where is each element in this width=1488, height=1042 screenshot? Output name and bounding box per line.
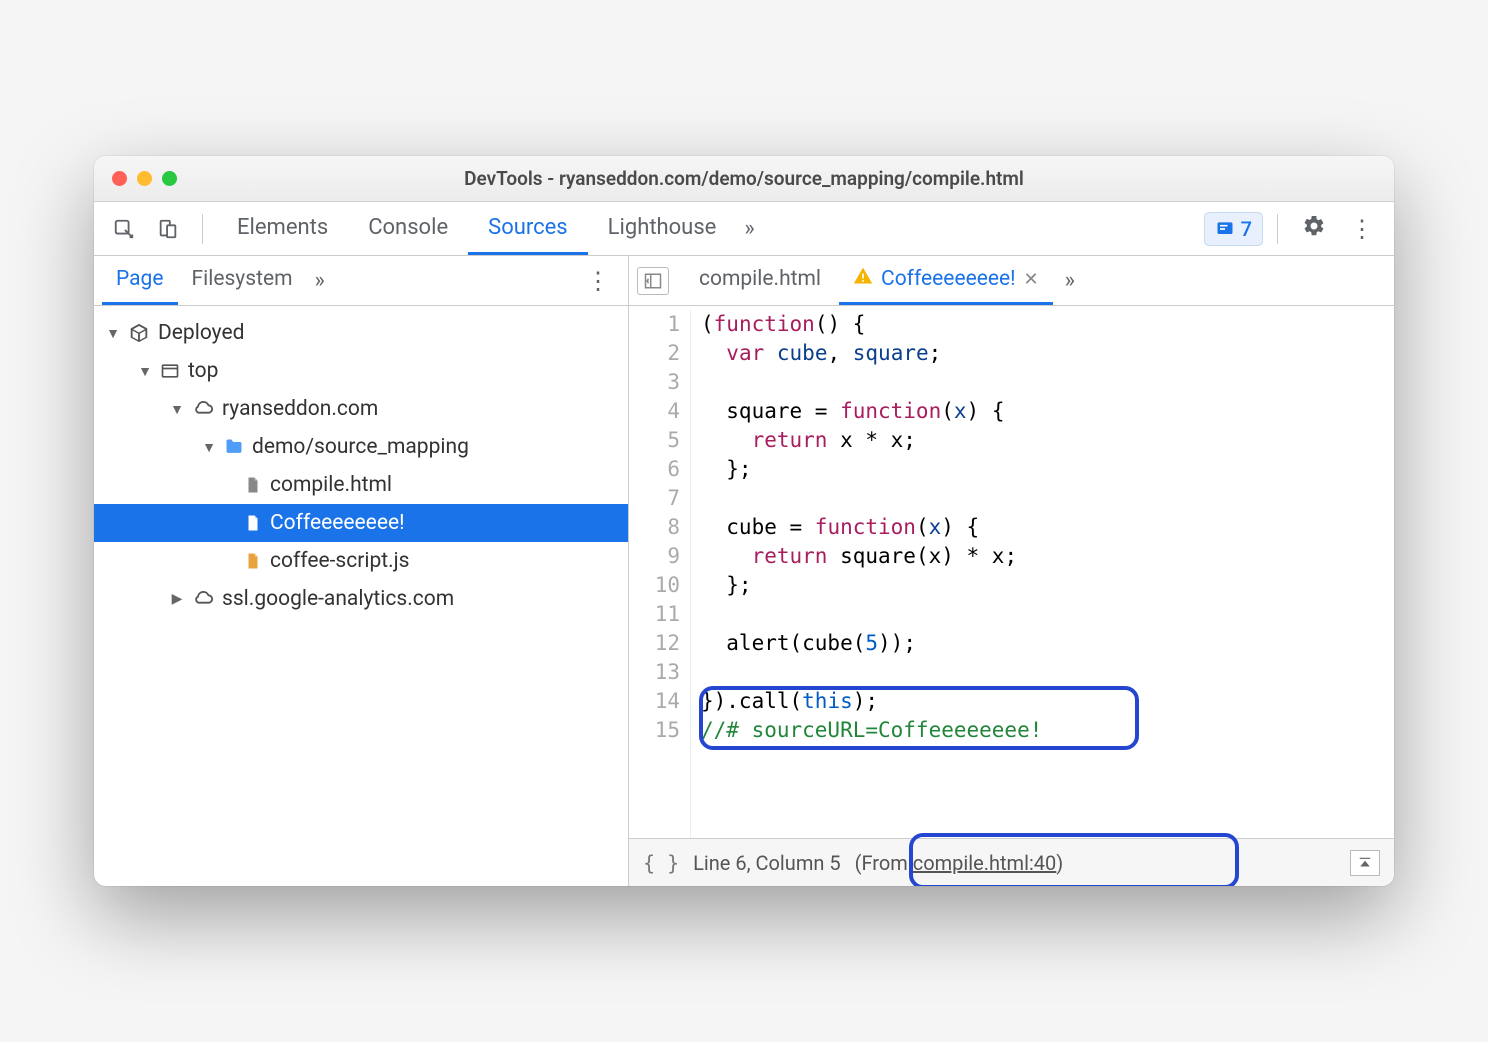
panel-left-icon: [643, 272, 663, 290]
editor-pane: compile.html Coffeeeeeeee! ✕ » 123456789…: [629, 256, 1394, 886]
file-icon: [244, 475, 262, 495]
tree-file-coffeescript[interactable]: coffee-script.js: [94, 542, 628, 580]
separator: [1277, 214, 1278, 244]
warning-icon: [853, 266, 873, 292]
titlebar: DevTools - ryanseddon.com/demo/source_ma…: [94, 156, 1394, 202]
code-content: (function() { var cube, square; square =…: [691, 310, 1042, 838]
toggle-debugger-button[interactable]: [1350, 850, 1380, 876]
tree-node-folder[interactable]: ▼ demo/source_mapping: [94, 428, 628, 466]
tab-lighthouse[interactable]: Lighthouse: [588, 202, 737, 255]
navigator-pane: Page Filesystem » ⋮ ▼ Deployed ▼ top: [94, 256, 629, 886]
tree-label: demo/source_mapping: [252, 435, 469, 459]
main-toolbar: Elements Console Sources Lighthouse » 7 …: [94, 202, 1394, 256]
cube-icon: [128, 322, 150, 344]
main-tabs: Elements Console Sources Lighthouse »: [217, 202, 763, 255]
toggle-navigator-button[interactable]: [637, 267, 669, 295]
sources-panel: Page Filesystem » ⋮ ▼ Deployed ▼ top: [94, 256, 1394, 886]
cursor-position: Line 6, Column 5: [693, 851, 840, 875]
file-icon: [244, 513, 262, 533]
editor-tab-compile[interactable]: compile.html: [685, 256, 835, 305]
file-js-icon: [244, 551, 262, 571]
editor-tab-label: compile.html: [699, 267, 821, 291]
window-title: DevTools - ryanseddon.com/demo/source_ma…: [94, 167, 1394, 190]
code-editor[interactable]: 123456789101112131415 (function() { var …: [629, 306, 1394, 838]
editor-tabs: compile.html Coffeeeeeeee! ✕ »: [629, 256, 1394, 306]
disclosure-triangle-icon: ▶: [170, 591, 184, 607]
frame-icon: [160, 361, 180, 381]
tree-label: ssl.google-analytics.com: [222, 587, 454, 611]
issues-icon: [1215, 219, 1235, 239]
editor-tabs-overflow[interactable]: »: [1057, 268, 1083, 293]
more-menu-button[interactable]: ⋮: [1340, 215, 1384, 243]
tree-file-compile[interactable]: compile.html: [94, 466, 628, 504]
tree-label: ryanseddon.com: [222, 397, 378, 421]
editor-tab-label: Coffeeeeeeee!: [881, 267, 1016, 291]
tree-label: top: [188, 359, 218, 383]
separator: [202, 214, 203, 244]
settings-button[interactable]: [1292, 214, 1336, 244]
issues-badge[interactable]: 7: [1204, 212, 1263, 246]
tree-label: coffee-script.js: [270, 549, 410, 573]
cloud-icon: [192, 398, 214, 420]
issues-count: 7: [1241, 217, 1252, 241]
disclosure-triangle-icon: ▼: [138, 363, 152, 380]
navigator-tab-filesystem[interactable]: Filesystem: [178, 256, 307, 305]
source-origin-link[interactable]: compile.html:40: [913, 851, 1057, 875]
folder-icon: [224, 437, 244, 457]
tree-node-top[interactable]: ▼ top: [94, 352, 628, 390]
navigator-tab-page[interactable]: Page: [102, 256, 178, 305]
close-tab-button[interactable]: ✕: [1024, 269, 1039, 290]
editor-tab-coffee[interactable]: Coffeeeeeeee! ✕: [839, 256, 1053, 305]
inspect-element-button[interactable]: [104, 209, 144, 249]
tab-sources[interactable]: Sources: [468, 202, 588, 255]
disclosure-triangle-icon: ▼: [202, 439, 216, 456]
tree-label: compile.html: [270, 473, 392, 497]
gear-icon: [1302, 214, 1326, 238]
tab-elements[interactable]: Elements: [217, 202, 348, 255]
tree-node-analytics[interactable]: ▶ ssl.google-analytics.com: [94, 580, 628, 618]
device-toolbar-button[interactable]: [148, 209, 188, 249]
tree-node-domain[interactable]: ▼ ryanseddon.com: [94, 390, 628, 428]
tab-console[interactable]: Console: [348, 202, 468, 255]
disclosure-triangle-icon: ▼: [170, 401, 184, 418]
panel-collapse-icon: [1357, 856, 1373, 870]
line-gutter: 123456789101112131415: [629, 310, 691, 838]
tabs-overflow-button[interactable]: »: [736, 216, 762, 241]
cloud-icon: [192, 588, 214, 610]
navigator-overflow[interactable]: »: [307, 268, 333, 293]
editor-statusbar: { } Line 6, Column 5 (From compile.html:…: [629, 838, 1394, 886]
navigator-menu-button[interactable]: ⋮: [576, 267, 620, 295]
tree-node-deployed[interactable]: ▼ Deployed: [94, 314, 628, 352]
tree-label: Deployed: [158, 321, 244, 345]
disclosure-triangle-icon: ▼: [106, 325, 120, 342]
devtools-window: DevTools - ryanseddon.com/demo/source_ma…: [94, 156, 1394, 886]
tree-file-coffee[interactable]: Coffeeeeeeee!: [94, 504, 628, 542]
tree-label: Coffeeeeeeee!: [270, 511, 405, 535]
pretty-print-button[interactable]: { }: [643, 851, 679, 875]
navigator-tabs: Page Filesystem » ⋮: [94, 256, 628, 306]
file-tree: ▼ Deployed ▼ top ▼ ryanseddon.com ▼: [94, 306, 628, 886]
source-origin: (From compile.html:40): [855, 851, 1064, 875]
